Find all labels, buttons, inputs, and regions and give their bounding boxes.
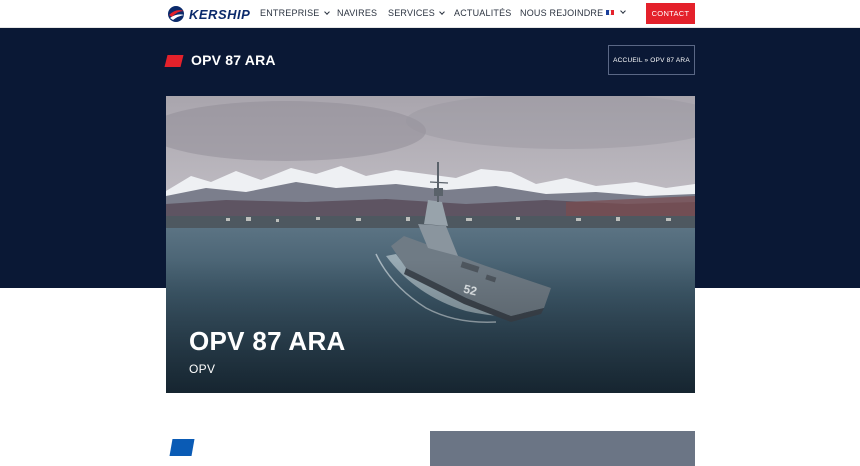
kership-emblem-icon bbox=[168, 6, 184, 22]
nav-item-services[interactable]: SERVICES bbox=[388, 8, 445, 18]
nav-item-label: NAVIRES bbox=[337, 8, 378, 18]
brand-wordmark: KERSHIP bbox=[189, 6, 251, 22]
language-selector[interactable] bbox=[606, 8, 626, 15]
nav-item-label: ACTUALITÉS bbox=[454, 8, 512, 18]
chevron-down-icon bbox=[439, 8, 445, 15]
nav-item-label: SERVICES bbox=[388, 8, 435, 18]
page-title: OPV 87 ARA bbox=[191, 52, 276, 68]
nav-item-nous-rejoindre[interactable]: NOUS REJOINDRE bbox=[520, 8, 603, 18]
hero-title: OPV 87 ARA bbox=[189, 326, 346, 356]
title-accent-mark bbox=[164, 55, 184, 67]
fr-flag-icon bbox=[606, 10, 615, 15]
hero-subtitle: OPV bbox=[189, 362, 216, 376]
chevron-down-icon bbox=[620, 8, 626, 14]
breadcrumb[interactable]: ACCUEIL » OPV 87 ARA bbox=[608, 45, 695, 75]
nav-item-navires[interactable]: NAVIRES bbox=[337, 8, 377, 18]
kership-logo[interactable]: KERSHIP bbox=[166, 4, 250, 24]
nav-item-entreprise[interactable]: ENTREPRISE bbox=[260, 8, 330, 18]
contact-button[interactable]: CONTACT bbox=[646, 3, 695, 24]
section-accent-mark bbox=[169, 439, 195, 456]
nav-item-label: NOUS REJOINDRE bbox=[520, 8, 604, 18]
info-panel bbox=[430, 431, 695, 466]
top-navigation: KERSHIP ENTREPRISE NAVIRES SERVICES ACTU… bbox=[0, 0, 860, 28]
nav-item-actualites[interactable]: ACTUALITÉS bbox=[454, 8, 512, 18]
nav-item-label: ENTREPRISE bbox=[260, 8, 320, 18]
chevron-down-icon bbox=[323, 8, 330, 15]
